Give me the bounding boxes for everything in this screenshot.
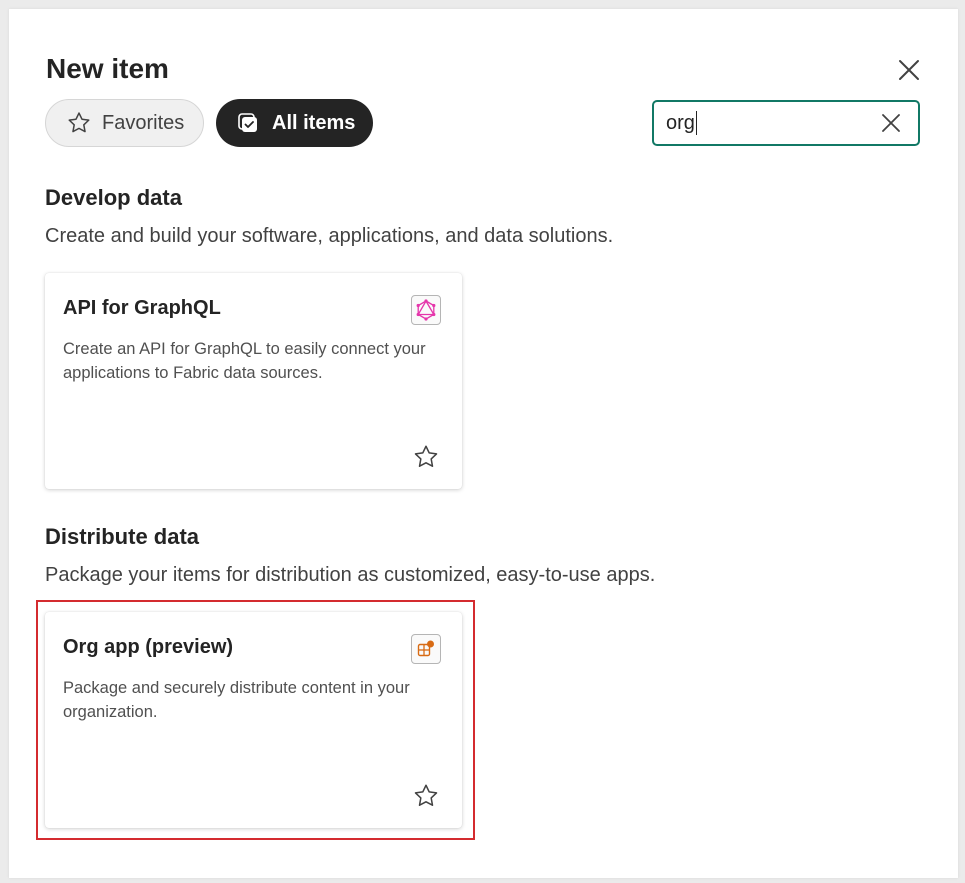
section-title-develop-data: Develop data <box>45 185 182 210</box>
favorite-star-button[interactable] <box>412 782 440 810</box>
dialog-title: New item <box>46 53 169 84</box>
close-button[interactable] <box>896 57 922 83</box>
favorites-label: Favorites <box>102 111 185 134</box>
search-value[interactable]: org <box>666 111 697 135</box>
clear-icon <box>882 114 900 132</box>
star-icon <box>414 445 438 467</box>
section-desc-distribute-data: Package your items for distribution as c… <box>45 564 656 586</box>
section-desc-develop-data: Create and build your software, applicat… <box>45 225 614 247</box>
card-description: Create an API for GraphQL to easily conn… <box>63 340 426 382</box>
item-card-api-for-graphql[interactable]: API for GraphQL Create an API for GraphQ… <box>45 273 462 489</box>
all-items-label: All items <box>272 111 356 134</box>
org-app-icon <box>411 634 441 664</box>
star-icon <box>68 112 90 133</box>
close-icon <box>899 60 919 80</box>
all-items-filter-button[interactable]: All items <box>216 99 373 147</box>
graphql-icon <box>411 295 441 325</box>
search-clear-button[interactable] <box>880 112 902 134</box>
new-item-dialog: New item Favorites All items org Develop… <box>9 9 958 878</box>
star-icon <box>414 784 438 806</box>
card-title: Org app (preview) <box>63 636 234 658</box>
favorite-star-button[interactable] <box>412 443 440 471</box>
item-card-org-app[interactable]: Org app (preview) Package and securely d… <box>45 612 462 828</box>
favorites-filter-button[interactable]: Favorites <box>45 99 204 147</box>
card-description: Package and securely distribute content … <box>63 679 410 721</box>
search-input[interactable]: org <box>652 100 920 146</box>
card-title: API for GraphQL <box>63 297 221 319</box>
section-title-distribute-data: Distribute data <box>45 524 200 549</box>
all-items-icon <box>238 113 257 132</box>
